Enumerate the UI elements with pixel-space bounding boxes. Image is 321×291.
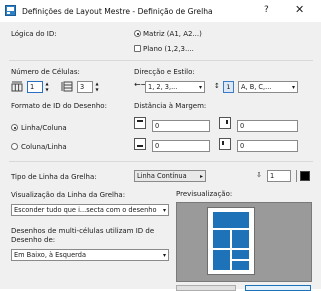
columns-input[interactable]: 1 [27,81,43,93]
ok-button[interactable] [245,285,311,291]
columns-stepper[interactable]: ▲ ▼ [44,81,50,93]
radio-column-row[interactable] [11,143,18,150]
rows-stepper[interactable]: ▲ ▼ [94,81,100,93]
divider [296,170,297,182]
grid-line-type-value: Linha Contínua [137,172,187,180]
checkbox-plan-label: Plano (1,2,3.... [143,45,194,53]
margin-right-icon [219,117,231,129]
chevron-down-icon: ▾ [162,252,166,259]
title-bar: Definições de Layout Mestre - Definição … [0,0,321,22]
rows-icon [61,81,73,92]
multicell-label-line1: Desenhos de multi-células utilizam ID de [11,227,155,235]
grid-view-label: Visualização da Linha da Grelha: [11,191,126,199]
preview-cell [213,212,249,228]
pen-input[interactable]: 1 [267,170,291,182]
grid-line-type-dropdown[interactable]: Linha Contínua ▸ [134,170,206,182]
grid-view-value: Esconder tudo que i...secta com o desenh… [14,206,157,214]
vertical-order-button[interactable]: 1 [223,81,234,93]
margin-bottom-icon [134,138,146,150]
radio-row-column-label: Linha/Coluna [21,124,67,132]
id-logic-label: Lógica do ID: [11,30,57,38]
preview-cell [232,230,249,248]
radio-matrix[interactable] [134,30,141,37]
preview-cell [232,250,249,259]
multicell-value: Em Baixo, à Esquerda [14,251,86,259]
preview-label: Previsualização: [176,190,233,198]
radio-matrix-label: Matriz (A1, A2...) [143,30,202,38]
chevron-down-icon: ▾ [162,207,166,214]
margin-right-input[interactable]: 0 [237,120,298,132]
margin-left-icon [219,138,231,150]
preview-cell [213,250,230,270]
checkbox-plan[interactable] [134,45,141,52]
window-title: Definições de Layout Mestre - Definição … [22,7,213,16]
margin-bottom-input[interactable]: 0 [152,140,210,152]
separator [9,60,313,61]
id-format-label: Formato de ID do Desenho: [11,102,107,110]
margin-label: Distância à Margem: [134,102,207,110]
radio-row-column[interactable] [11,124,18,131]
separator [9,161,313,162]
radio-column-row-label: Coluna/Linha [21,143,67,151]
cells-label: Número de Células: [11,68,80,76]
vertical-arrow-icon: ↕ [214,82,220,90]
multicell-label-line2: Desenho de: [11,236,56,244]
columns-icon [11,81,23,92]
grid-view-dropdown[interactable]: Esconder tudo que i...secta com o desenh… [11,204,169,216]
margin-top-input[interactable]: 0 [152,120,210,132]
preview-sheet [207,207,255,275]
app-icon [5,5,16,16]
chevron-down-icon: ▾ [198,84,202,91]
close-button[interactable]: ✕ [295,3,304,16]
horizontal-style-value: 1, 2, 3,... [148,83,178,91]
horizontal-style-dropdown[interactable]: 1, 2, 3,... ▾ [145,81,205,93]
vertical-style-dropdown[interactable]: A, B, C,... ▾ [238,81,298,93]
margin-left-input[interactable]: 0 [237,140,298,152]
chevron-right-icon: ▸ [199,173,203,180]
direction-label: Direcção e Estilo: [134,68,195,76]
pen-icon: ⇩ [256,171,262,179]
preview-cell [232,261,249,270]
grid-line-label: Tipo de Linha da Grelha: [11,173,97,181]
vertical-style-value: A, B, C,... [241,83,272,91]
multicell-dropdown[interactable]: Em Baixo, à Esquerda ▾ [11,249,169,261]
help-button[interactable]: ? [264,5,269,15]
margin-top-icon [134,117,146,129]
cancel-button[interactable] [176,285,236,291]
pen-color-swatch[interactable] [300,171,310,181]
rows-input[interactable]: 3 [77,81,93,93]
chevron-down-icon: ▾ [291,84,295,91]
preview-cell [213,230,230,248]
